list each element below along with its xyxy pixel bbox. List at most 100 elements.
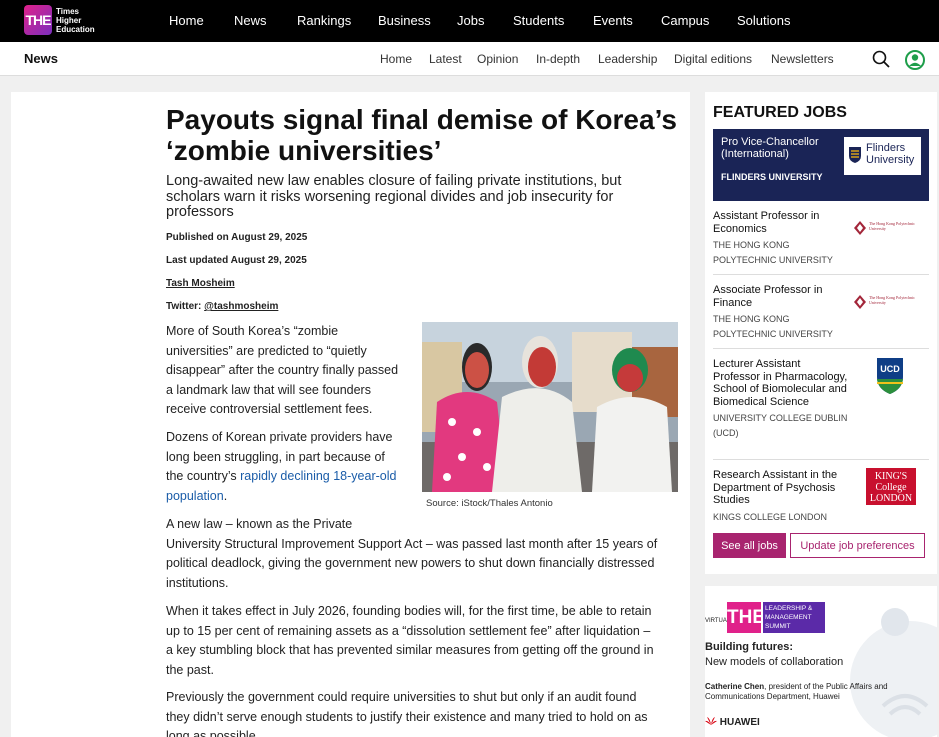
update-job-preferences-button[interactable]: Update job preferences	[790, 533, 925, 558]
logo-line: Education	[56, 24, 95, 34]
text-segment: the country’s	[166, 469, 241, 483]
ad-speaker: Catherine Chen, president of the Public …	[705, 682, 895, 702]
ad-heading: Building futures:	[705, 641, 793, 653]
huawei-text: HUAWEI	[719, 717, 760, 728]
text-line: When it takes effect in July 2026, found…	[166, 604, 652, 618]
featured-jobs-panel: FEATURED JOBS Pro Vice-Chancellor (Inter…	[705, 92, 937, 574]
nav-home[interactable]: Home	[169, 13, 204, 28]
see-all-jobs-button[interactable]: See all jobs	[713, 533, 786, 558]
logo-line: Higher	[56, 15, 82, 25]
text-line: disappear” after the country finally pas…	[166, 363, 399, 377]
nav-business[interactable]: Business	[378, 13, 431, 28]
job-title[interactable]: Lecturer Assistant Professor in Pharmaco…	[713, 358, 848, 408]
flinders-logo: Flinders University	[844, 137, 921, 175]
divider	[713, 348, 929, 349]
job-org: The Hong Kong Polytechnic University	[713, 240, 833, 265]
kings-college-logo: KING'S College LONDON	[866, 468, 916, 505]
summit-name: LEADERSHIP & MANAGEMENT SUMMIT	[763, 602, 825, 633]
logo-line: LEADERSHIP &	[765, 605, 813, 612]
ad-subheading: New models of collaboration	[705, 656, 844, 668]
featured-jobs-heading: FEATURED JOBS	[713, 104, 847, 121]
author-link[interactable]: Tash Mosheim	[166, 278, 235, 289]
ucd-logo-text: UCD	[880, 364, 900, 374]
logo-line: SUMMIT	[765, 623, 791, 630]
job-title[interactable]: Assistant Professor in Economics	[713, 210, 848, 235]
section-navigation-bar: News Home Latest Opinion In-depth Leader…	[0, 42, 939, 76]
twitter-handle-link[interactable]: @tashmosheim	[204, 301, 278, 312]
section-title[interactable]: News	[24, 51, 58, 66]
job-org: The Hong Kong Polytechnic University	[713, 314, 833, 339]
photo-caption: Source: iStock/Thales Antonio	[426, 498, 553, 509]
logo-wordmark: Times Higher Education	[56, 7, 101, 34]
leadership-summit-ad[interactable]: VIRTUAL THE LEADERSHIP & MANAGEMENT SUMM…	[705, 586, 937, 737]
job-org: Kings College London	[713, 511, 828, 522]
nav-solutions[interactable]: Solutions	[737, 13, 790, 28]
text-line: Dozens of Korean private providers have	[166, 430, 393, 444]
nav-jobs[interactable]: Jobs	[457, 13, 484, 28]
twitter-line: Twitter: @tashmosheim	[166, 301, 278, 312]
nav-rankings[interactable]: Rankings	[297, 13, 351, 28]
text-line: the past.	[166, 662, 214, 677]
logo-line: Times	[56, 6, 79, 16]
text-line: Previously the government could require …	[166, 690, 637, 704]
subnav-in-depth[interactable]: In-depth	[536, 52, 580, 66]
promo-job-org: FLINDERS UNIVERSITY	[721, 172, 823, 182]
polyu-logo-text: The Hong Kong Polytechnic University	[869, 295, 915, 305]
text-line: A new law – known as the Private	[166, 517, 353, 531]
polyu-logo: The Hong Kong Polytechnic University	[853, 219, 929, 242]
shield-icon	[849, 147, 861, 163]
subnav-home[interactable]: Home	[380, 52, 412, 66]
ucd-crest: UCD	[877, 358, 903, 394]
text-line: a key stumbling block that has prevented…	[166, 643, 654, 657]
kings-logo-text: KING'S College LONDON	[869, 471, 913, 504]
paragraph-2: Dozens of Korean private providers have …	[166, 428, 396, 506]
nav-campus[interactable]: Campus	[661, 13, 709, 28]
text-line: universities” are predicted to “quietly	[166, 343, 367, 358]
article-headline: Payouts signal final demise of Korea’s ‘…	[166, 104, 677, 166]
text-line: receive controversial settlement fees.	[166, 402, 373, 416]
paragraph-1: More of South Korea’s “zombie universiti…	[166, 322, 398, 420]
job-org: University College Dublin (UCD)	[713, 413, 848, 438]
text-line: long as possible.	[166, 729, 260, 737]
huawei-petal-icon	[705, 717, 717, 725]
nav-news[interactable]: News	[234, 13, 267, 28]
promo-job-title[interactable]: Pro Vice-Chancellor (International)	[721, 136, 831, 160]
text-line: they didn’t serve enough students to jus…	[166, 709, 648, 724]
nav-events[interactable]: Events	[593, 13, 633, 28]
paragraph-5: Previously the government could require …	[166, 688, 648, 737]
text-line: population.	[166, 487, 396, 507]
the-logo[interactable]: THE Times Higher Education	[24, 5, 101, 35]
article-photo	[422, 322, 678, 492]
subnav-digital-editions[interactable]: Digital editions	[674, 52, 752, 66]
text-line: the country’s rapidly declining 18-year-…	[166, 467, 396, 487]
article-container: Payouts signal final demise of Korea’s ‘…	[11, 92, 690, 737]
job-title[interactable]: Associate Professor in Finance	[713, 284, 848, 309]
summit-logo: VIRTUAL THE LEADERSHIP & MANAGEMENT SUMM…	[705, 602, 825, 634]
huawei-logo: HUAWEI	[705, 716, 760, 728]
published-date: Published on August 29, 2025	[166, 232, 308, 243]
nav-students[interactable]: Students	[513, 13, 564, 28]
subnav-opinion[interactable]: Opinion	[477, 52, 518, 66]
text-segment: .	[223, 488, 228, 503]
search-icon[interactable]	[872, 50, 890, 68]
text-line: University Structural Improvement Suppor…	[166, 536, 658, 551]
population-link-end[interactable]: population	[166, 489, 224, 503]
featured-job-promo[interactable]: Pro Vice-Chancellor (International) FLIN…	[713, 129, 929, 201]
updated-date: Last updated August 29, 2025	[166, 255, 307, 266]
subnav-latest[interactable]: Latest	[429, 52, 462, 66]
polyu-logo-text: The Hong Kong Polytechnic University	[869, 221, 915, 231]
logo-line: Flinders	[866, 142, 906, 154]
text-line: More of South Korea’s “zombie	[166, 324, 339, 338]
job-title[interactable]: Research Assistant in the Department of …	[713, 469, 848, 507]
text-line: political deadlock, giving the governmen…	[166, 556, 655, 570]
logo-mark: THE	[24, 5, 52, 35]
subnav-leadership[interactable]: Leadership	[598, 52, 657, 66]
paragraph-4: When it takes effect in July 2026, found…	[166, 602, 654, 680]
text-line: a landmark law that will see founders	[166, 382, 371, 397]
user-account-icon[interactable]	[905, 50, 925, 70]
population-link[interactable]: rapidly declining 18-year-old	[240, 469, 396, 483]
speaker-name: Catherine Chen	[705, 682, 765, 691]
article-standfirst: Long-awaited new law enables closure of …	[166, 173, 622, 220]
text-line: long been struggling, in part because of	[166, 449, 385, 464]
subnav-newsletters[interactable]: Newsletters	[771, 52, 834, 66]
